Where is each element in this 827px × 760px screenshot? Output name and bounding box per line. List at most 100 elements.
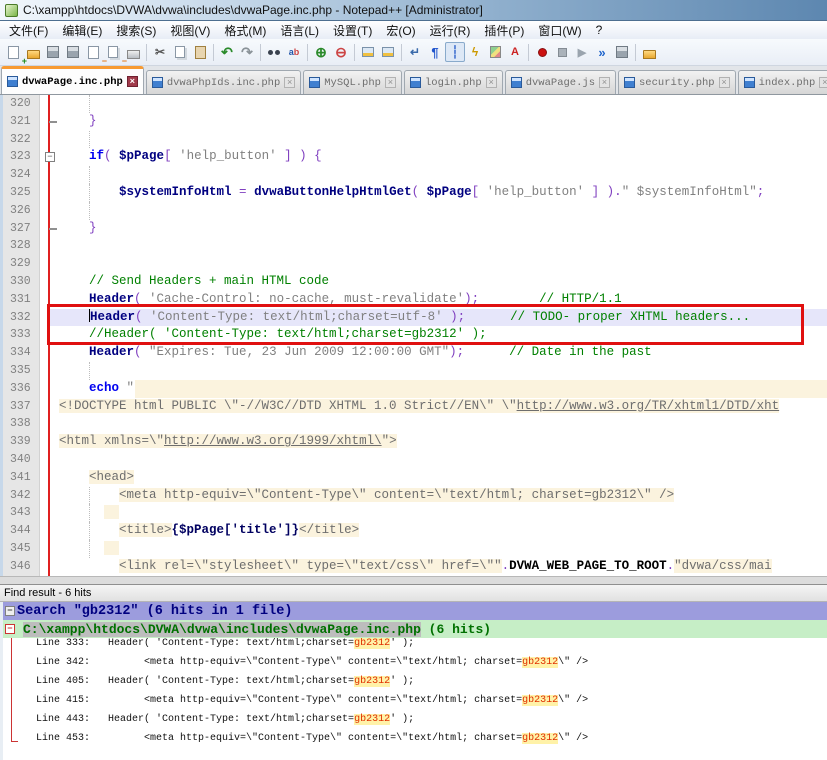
bookmark-margin[interactable] xyxy=(40,415,48,433)
collapse-icon[interactable]: − xyxy=(5,606,15,616)
fold-end-tick xyxy=(49,228,57,230)
macro-save-icon[interactable] xyxy=(612,42,632,62)
paste-icon[interactable] xyxy=(190,42,210,62)
bookmark-margin[interactable] xyxy=(40,451,48,469)
tab-close-icon[interactable]: × xyxy=(486,77,497,88)
open-file-icon[interactable] xyxy=(23,42,43,62)
copy-icon[interactable] xyxy=(170,42,190,62)
document-map-icon[interactable] xyxy=(485,42,505,62)
folder-as-workspace-icon[interactable] xyxy=(639,42,659,62)
collapse-icon[interactable]: − xyxy=(5,624,15,634)
tab-login.php[interactable]: login.php× xyxy=(404,70,503,94)
menu-item-view[interactable]: 视图(V) xyxy=(163,21,217,40)
undo-icon[interactable]: ↶ xyxy=(217,42,237,62)
sync-horizontal-scroll-icon[interactable] xyxy=(378,42,398,62)
document-switcher-icon[interactable]: A xyxy=(505,42,525,62)
macro-run-multiple-icon[interactable]: » xyxy=(592,42,612,62)
find-hit-row[interactable]: Line 453: <meta http-equiv=\"Content-Typ… xyxy=(3,733,827,752)
bookmark-margin[interactable] xyxy=(40,433,48,451)
menu-item-run[interactable]: 运行(R) xyxy=(423,21,478,40)
tab-close-icon[interactable]: × xyxy=(284,77,295,88)
word-wrap-icon[interactable]: ↵ xyxy=(405,42,425,62)
show-indent-guide-icon[interactable]: ┆ xyxy=(445,42,465,62)
tab-dvwaPhpIds.inc.php[interactable]: dvwaPhpIds.inc.php× xyxy=(146,70,301,94)
bookmark-margin[interactable] xyxy=(40,469,48,487)
bookmark-margin[interactable] xyxy=(40,487,48,505)
bookmark-margin[interactable] xyxy=(40,273,48,291)
bookmark-margin[interactable] xyxy=(40,380,48,398)
menu-item-help[interactable]: ? xyxy=(589,22,610,38)
zoom-out-icon[interactable]: ⊖ xyxy=(331,42,351,62)
zoom-in-icon[interactable]: ⊕ xyxy=(311,42,331,62)
code-text xyxy=(59,540,827,558)
file-saved-icon xyxy=(511,77,522,88)
tab-close-icon[interactable]: × xyxy=(127,76,138,87)
bookmark-margin[interactable] xyxy=(40,344,48,362)
find-icon[interactable] xyxy=(264,42,284,62)
show-all-characters-icon[interactable]: ¶ xyxy=(425,42,445,62)
menu-item-window[interactable]: 窗口(W) xyxy=(531,21,588,40)
bookmark-margin[interactable] xyxy=(40,95,48,113)
find-result-panel-header[interactable]: Find result - 6 hits xyxy=(0,584,827,602)
bookmark-margin[interactable] xyxy=(40,255,48,273)
bookmark-margin[interactable] xyxy=(40,166,48,184)
find-search-summary-row[interactable]: − Search "gb2312" (6 hits in 1 file) xyxy=(3,602,827,620)
code-text xyxy=(59,95,827,113)
menu-item-macro[interactable]: 宏(O) xyxy=(379,21,422,40)
bookmark-margin[interactable] xyxy=(40,362,48,380)
menu-item-search[interactable]: 搜索(S) xyxy=(109,21,163,40)
menu-item-file[interactable]: 文件(F) xyxy=(2,21,55,40)
bookmark-margin[interactable] xyxy=(40,504,48,522)
bookmark-margin[interactable] xyxy=(40,113,48,131)
find-hit-row[interactable]: Line 405: Header( 'Content-Type: text/ht… xyxy=(3,676,827,695)
find-hit-row[interactable]: Line 443: Header( 'Content-Type: text/ht… xyxy=(3,714,827,733)
bookmark-margin[interactable] xyxy=(40,184,48,202)
save-all-icon[interactable] xyxy=(63,42,83,62)
find-hit-row[interactable]: Line 333: Header( 'Content-Type: text/ht… xyxy=(3,638,827,657)
tab-index.php[interactable]: index.php× xyxy=(738,70,827,94)
bookmark-margin[interactable] xyxy=(40,522,48,540)
menu-item-settings[interactable]: 设置(T) xyxy=(326,21,379,40)
find-hit-row[interactable]: Line 415: <meta http-equiv=\"Content-Typ… xyxy=(3,695,827,714)
sync-vertical-scroll-icon[interactable] xyxy=(358,42,378,62)
cut-icon[interactable]: ✂ xyxy=(150,42,170,62)
tab-close-icon[interactable]: × xyxy=(819,77,827,88)
code-editor[interactable]: 320321 }322323 if( $pPage[ 'help_button'… xyxy=(0,95,827,576)
tab-close-icon[interactable]: × xyxy=(385,77,396,88)
macro-stop-icon[interactable] xyxy=(552,42,572,62)
print-icon[interactable] xyxy=(123,42,143,62)
macro-record-icon[interactable] xyxy=(532,42,552,62)
bookmark-margin[interactable] xyxy=(40,131,48,149)
bookmark-margin[interactable] xyxy=(40,398,48,416)
find-file-row[interactable]: − C:\xampp\htdocs\DVWA\dvwa\includes\dvw… xyxy=(3,620,827,638)
menu-item-format[interactable]: 格式(M) xyxy=(217,21,273,40)
close-all-icon[interactable]: − xyxy=(103,42,123,62)
bookmark-margin[interactable] xyxy=(40,202,48,220)
bookmark-margin[interactable] xyxy=(40,558,48,576)
replace-icon[interactable]: ab xyxy=(284,42,304,62)
bookmark-margin[interactable] xyxy=(40,220,48,238)
close-file-icon[interactable]: − xyxy=(83,42,103,62)
tab-close-icon[interactable]: × xyxy=(719,77,730,88)
bookmark-margin[interactable] xyxy=(40,540,48,558)
menu-item-plugins[interactable]: 插件(P) xyxy=(477,21,531,40)
bookmark-margin[interactable] xyxy=(40,237,48,255)
tab-security.php[interactable]: security.php× xyxy=(618,70,736,94)
macro-play-icon[interactable]: ▶ xyxy=(572,42,592,62)
fold-collapse-icon[interactable]: − xyxy=(45,152,55,162)
new-file-icon[interactable]: + xyxy=(3,42,23,62)
tab-dvwaPage.inc.php[interactable]: dvwaPage.inc.php× xyxy=(1,66,144,94)
line-number: 333 xyxy=(3,326,40,344)
menu-item-edit[interactable]: 编辑(E) xyxy=(55,21,109,40)
tab-close-icon[interactable]: × xyxy=(599,77,610,88)
toolbar-separator xyxy=(354,44,355,61)
function-completion-icon[interactable]: ϟ xyxy=(465,42,485,62)
tab-dvwaPage.js[interactable]: dvwaPage.js× xyxy=(505,70,616,94)
panel-splitter[interactable] xyxy=(0,576,827,584)
menu-item-language[interactable]: 语言(L) xyxy=(273,21,326,40)
redo-icon[interactable]: ↷ xyxy=(237,42,257,62)
find-hit-row[interactable]: Line 342: <meta http-equiv=\"Content-Typ… xyxy=(3,657,827,676)
tab-MySQL.php[interactable]: MySQL.php× xyxy=(303,70,402,94)
toolbar-separator xyxy=(213,44,214,61)
save-icon[interactable] xyxy=(43,42,63,62)
